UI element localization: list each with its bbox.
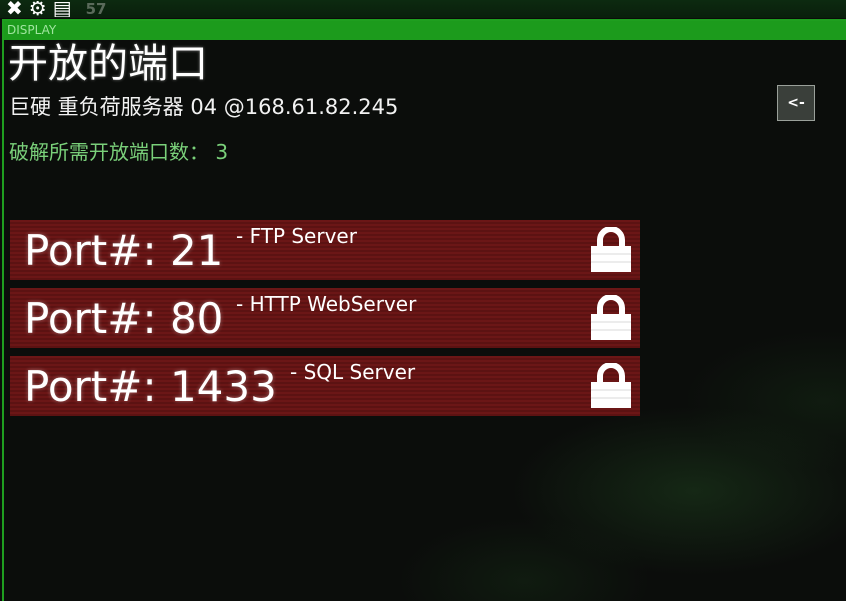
port-number: Port#: 21 [24, 226, 224, 275]
port-row-21[interactable]: Port#: 21 - FTP Server [10, 220, 640, 280]
notes-icon[interactable]: ▤ [53, 1, 72, 17]
port-service: - FTP Server [236, 224, 357, 248]
ports-required-label: 破解所需开放端口数： [9, 140, 209, 164]
port-row-1433[interactable]: Port#: 1433 - SQL Server [10, 356, 640, 416]
panel-header: DISPLAY [4, 21, 846, 40]
ports-required-line: 破解所需开放端口数： 3 [9, 140, 228, 164]
lock-icon [591, 227, 631, 272]
port-number: Port#: 80 [24, 294, 224, 343]
lock-icon [591, 295, 631, 340]
port-number: Port#: 1433 [24, 362, 277, 411]
close-icon[interactable]: ✖ [6, 1, 23, 17]
port-service: - SQL Server [290, 360, 416, 384]
page-title: 开放的端口 [8, 41, 208, 87]
gear-icon[interactable]: ⚙ [29, 1, 47, 17]
port-service: - HTTP WebServer [236, 292, 417, 316]
port-row-80[interactable]: Port#: 80 - HTTP WebServer [10, 288, 640, 348]
server-address: 巨硬 重负荷服务器 04 @168.61.82.245 [9, 95, 399, 119]
back-button[interactable]: <- [777, 85, 815, 121]
ram-counter: 57 [85, 1, 107, 17]
ports-required-count: 3 [215, 140, 229, 164]
lock-icon [591, 363, 631, 408]
top-toolbar: ✖ ⚙ ▤ 57 [0, 0, 846, 18]
